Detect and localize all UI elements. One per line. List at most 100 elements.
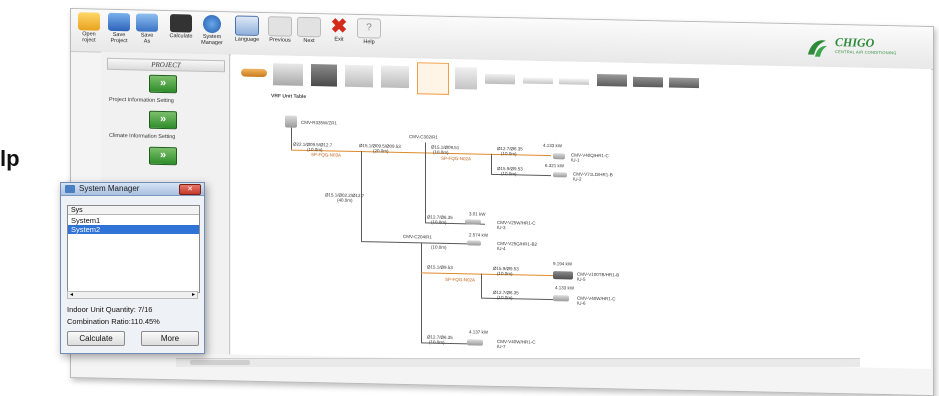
calculator-icon: [170, 14, 192, 33]
system-manager-label: System Manager: [201, 33, 223, 47]
pipe-4-length: (10.0m): [501, 151, 517, 157]
save-project-label: Save Project: [110, 31, 128, 45]
indoor-unit-3[interactable]: [465, 219, 481, 225]
indoor-unit-quantity-text: Indoor Unit Quantity: 7/16: [67, 305, 153, 314]
step-3-next-button[interactable]: »: [149, 146, 177, 166]
pipe-7-length: (10.0m): [431, 219, 447, 225]
wall-unit-equipment[interactable]: [485, 73, 515, 85]
next-button[interactable]: Next: [295, 16, 323, 54]
indoor-unit-1[interactable]: [553, 153, 565, 160]
scroll-right-icon[interactable]: ▸: [192, 291, 195, 298]
iu6-tag: IU-6: [577, 300, 586, 306]
iu2-pipe: [491, 173, 551, 177]
ceiling-unit-2-equipment[interactable]: [381, 65, 409, 89]
open-project-label: Open roject: [82, 31, 96, 44]
indoor-unit-5[interactable]: [553, 271, 573, 280]
save-as-label: Save As: [140, 32, 154, 45]
iu4-kw: 2.574 kW: [469, 232, 489, 238]
equipment-palette: [241, 59, 811, 103]
joint-1-label: SP-FQG-N03A: [311, 152, 342, 158]
cassette-equipment-selected[interactable]: [417, 62, 449, 95]
high-static-duct-equipment[interactable]: [597, 74, 627, 87]
iu7-tag: IU-7: [497, 343, 506, 350]
brand-tagline: CENTRAL AIR CONDITIONING: [835, 49, 897, 56]
iu2-tag: IU-2: [573, 176, 582, 182]
duct-3-equipment[interactable]: [669, 77, 699, 89]
pipe-3-length: (10.0m): [433, 149, 449, 155]
arrow-left-icon: [268, 16, 292, 37]
branch-1-name: CMV-C302/R1: [409, 134, 439, 140]
branch-2-vertical-pipe: [421, 242, 422, 343]
page-fragment-text: lp: [0, 146, 20, 171]
chigo-logo: CHIGO CENTRAL AIR CONDITIONING: [805, 34, 923, 62]
dialog-title-bar[interactable]: System Manager ✕: [61, 183, 204, 196]
iu6-drop-pipe: [481, 273, 482, 298]
system-list-scrollbar[interactable]: ◂ ▸: [67, 291, 198, 299]
help-label: Help: [363, 39, 375, 46]
language-label: Language: [234, 36, 260, 43]
system-manager-dialog: System Manager ✕ Sys System1 System2 ◂ ▸…: [60, 182, 205, 354]
language-button[interactable]: Language: [231, 15, 263, 52]
previous-button[interactable]: Previous: [265, 16, 295, 53]
indoor-unit-7[interactable]: [467, 339, 483, 346]
outdoor-unit[interactable]: [285, 115, 297, 128]
indoor-unit-4[interactable]: [467, 240, 481, 246]
calculate-toolbar-button[interactable]: Calculate: [165, 14, 197, 51]
iu3-kw: 3.01 kW: [469, 211, 486, 217]
iu1-kw: 4.133 kW: [543, 142, 563, 149]
system-manager-button[interactable]: System Manager: [197, 14, 227, 52]
outdoor-unit-equipment[interactable]: [273, 63, 303, 86]
branch-2-feed-pipe: [361, 241, 421, 244]
iu1-pipe: [491, 153, 551, 157]
diagram-horizontal-scrollbar[interactable]: [176, 358, 860, 367]
iu5-pipe: [421, 272, 561, 277]
sidebar-item-project-information[interactable]: Project Information Setting: [109, 97, 174, 104]
iu2-drop-pipe: [491, 153, 492, 174]
save-project-button[interactable]: Save Project: [105, 12, 133, 50]
pipe-8-length: (10.0m): [431, 244, 447, 250]
step-1-next-button[interactable]: »: [149, 74, 177, 94]
pipe-6-length: (40.0m): [337, 197, 353, 203]
system-diagram-canvas[interactable]: VRF Unit Table CMV-R335W/ZR1 Ø22.1/Ø09.5…: [231, 54, 931, 370]
system-list[interactable]: Sys System1 System2: [67, 205, 200, 293]
scroll-left-icon[interactable]: ◂: [70, 291, 73, 298]
floor-unit-equipment[interactable]: [455, 67, 477, 90]
sidebar-item-climate-information[interactable]: Climate Information Setting: [109, 133, 175, 140]
branch-1-vertical-pipe: [425, 142, 426, 223]
indoor-unit-6[interactable]: [553, 295, 569, 302]
controller-equipment[interactable]: [311, 64, 337, 87]
system-list-column-header[interactable]: Sys: [68, 206, 199, 215]
close-icon: ✖: [330, 15, 348, 38]
exit-button[interactable]: ✖ Exit: [325, 15, 353, 54]
scrollbar-thumb[interactable]: [190, 360, 250, 365]
dialog-close-button[interactable]: ✕: [179, 184, 201, 195]
info-icon: [203, 14, 221, 34]
sidebar-header: PROJECT: [107, 57, 225, 73]
more-button[interactable]: More: [141, 331, 199, 346]
duct-2-equipment[interactable]: [633, 76, 663, 88]
branch-2-name: CMV-C204/R1: [403, 233, 433, 240]
slim-duct-equipment[interactable]: [523, 77, 553, 85]
calculate-button[interactable]: Calculate: [67, 331, 125, 346]
step-2-next-button[interactable]: »: [149, 110, 177, 130]
indoor-unit-2[interactable]: [553, 172, 567, 178]
calculate-toolbar-label: Calculate: [169, 33, 193, 40]
system-list-item[interactable]: System1: [68, 216, 199, 225]
help-button[interactable]: ? Help: [355, 18, 383, 55]
arrow-right-icon: [297, 16, 321, 38]
duct-equipment[interactable]: [559, 78, 589, 85]
chigo-logo-icon: [808, 40, 827, 57]
iu4-tag: IU-4: [497, 245, 506, 252]
iu6-pipe: [481, 297, 561, 301]
joint-3-label: SP-FQG-N02A: [445, 276, 476, 283]
diagram-title: VRF Unit Table: [271, 93, 307, 100]
ceiling-unit-equipment[interactable]: [345, 64, 373, 88]
outdoor-unit-model: CMV-R335W/ZR1: [301, 119, 338, 126]
open-project-button[interactable]: Open roject: [75, 12, 103, 49]
iu2-kw: 6.321 kW: [545, 162, 565, 169]
pipe-joint-equipment[interactable]: [241, 68, 267, 78]
save-as-button[interactable]: Save As: [133, 13, 161, 50]
iu5-tag: IU-5: [577, 276, 586, 282]
iu5-kw: 9.194 kW: [553, 261, 573, 267]
system-list-item-selected[interactable]: System2: [68, 225, 199, 234]
